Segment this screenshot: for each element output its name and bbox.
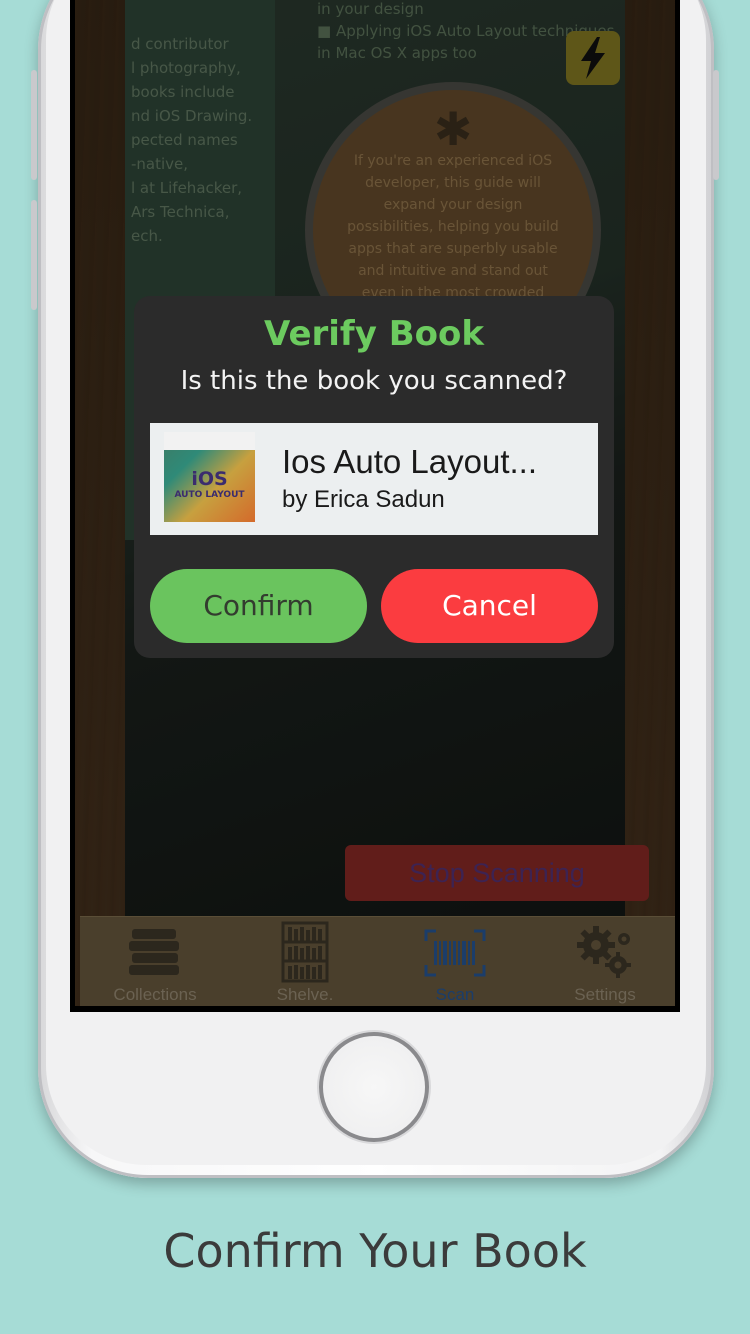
cancel-button[interactable]: Cancel (381, 569, 598, 643)
books-stack-icon (129, 929, 179, 975)
promo-caption: Confirm Your Book (163, 1224, 587, 1278)
tab-settings[interactable]: Settings (530, 917, 675, 1006)
tab-label: Settings (574, 985, 636, 1004)
dialog-title: Verify Book (264, 314, 484, 354)
thumbnail-header-strip (164, 432, 255, 450)
thumbnail-subtitle: AUTO LAYOUT (174, 490, 245, 500)
tab-bar: Collections Shelve. Scan Settings (80, 916, 675, 1006)
gears-icon (577, 926, 631, 978)
flash-toggle-button[interactable] (566, 31, 620, 85)
book-author: by Erica Sadun (282, 486, 445, 513)
phone-side-button-left (31, 70, 37, 180)
tab-collections[interactable]: Collections (80, 917, 230, 1006)
book-title: Ios Auto Layout... (282, 443, 538, 480)
confirm-button[interactable]: Confirm (150, 569, 367, 643)
phone-side-button-left-2 (31, 200, 37, 310)
verify-book-dialog: Verify Book Is this the book you scanned… (134, 296, 614, 658)
bookshelf-icon (281, 921, 329, 983)
barcode-scan-icon (424, 929, 486, 977)
phone-side-button-right (713, 70, 719, 180)
tab-label: Shelve. (276, 985, 334, 1004)
tab-shelve[interactable]: Shelve. (230, 917, 380, 1006)
thumbnail-title: iOS (191, 468, 228, 490)
tab-label: Scan (435, 985, 475, 1004)
book-result-card: iOS AUTO LAYOUT Ios Auto Layout... by Er… (150, 423, 598, 535)
book-cover-thumbnail: iOS AUTO LAYOUT (164, 432, 255, 522)
home-button[interactable] (319, 1032, 429, 1142)
dialog-subtitle: Is this the book you scanned? (180, 366, 568, 396)
lightning-bolt-icon (581, 37, 605, 79)
tab-label: Collections (113, 985, 197, 1004)
tab-scan[interactable]: Scan (380, 917, 530, 1006)
stop-scanning-button[interactable]: Stop Scanning (345, 845, 649, 901)
